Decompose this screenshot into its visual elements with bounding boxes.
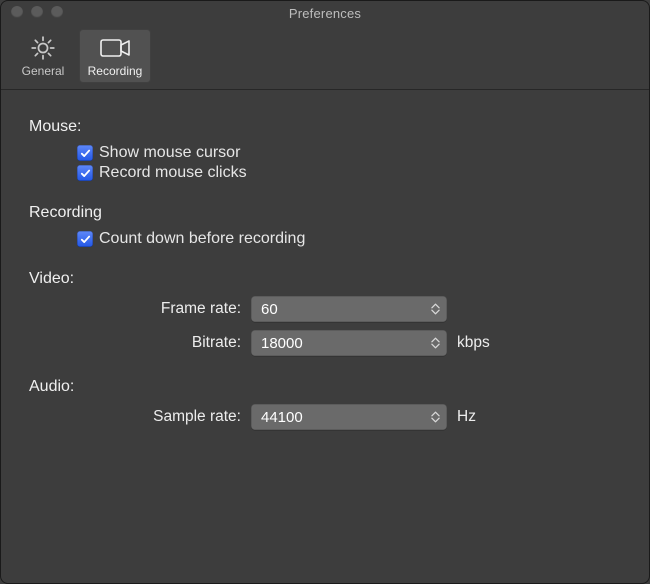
minimize-window-button[interactable] — [31, 6, 43, 18]
option-record-mouse-clicks[interactable]: Record mouse clicks — [77, 164, 621, 182]
field-label: Frame rate: — [29, 300, 251, 318]
section-title-video: Video: — [29, 270, 621, 288]
titlebar: Preferences — [1, 1, 649, 25]
zoom-window-button[interactable] — [51, 6, 63, 18]
toolbar-item-recording[interactable]: Recording — [79, 29, 151, 83]
section-title-mouse: Mouse: — [29, 118, 621, 136]
unit-label: kbps — [457, 334, 490, 352]
frame-rate-select[interactable]: 60 — [251, 296, 447, 322]
unit-label: Hz — [457, 408, 476, 426]
option-label: Record mouse clicks — [99, 164, 247, 182]
section-title-recording: Recording — [29, 204, 621, 222]
toolbar-item-label: Recording — [88, 64, 143, 78]
select-value: 44100 — [261, 409, 303, 426]
bitrate-select[interactable]: 18000 — [251, 330, 447, 356]
sample-rate-select[interactable]: 44100 — [251, 404, 447, 430]
stepper-icon — [428, 299, 442, 319]
option-show-mouse-cursor[interactable]: Show mouse cursor — [77, 144, 621, 162]
select-value: 60 — [261, 301, 278, 318]
field-sample-rate: Sample rate: 44100 Hz — [29, 404, 621, 430]
toolbar-item-general[interactable]: General — [7, 29, 79, 83]
preferences-toolbar: General Recording — [1, 25, 649, 90]
toolbar-item-label: General — [22, 64, 65, 78]
checkbox-checked-icon — [77, 145, 93, 161]
checkbox-checked-icon — [77, 165, 93, 181]
gear-icon — [30, 34, 56, 62]
window-controls — [11, 6, 63, 18]
field-label: Sample rate: — [29, 408, 251, 426]
close-window-button[interactable] — [11, 6, 23, 18]
option-label: Count down before recording — [99, 230, 305, 248]
stepper-icon — [428, 407, 442, 427]
section-title-audio: Audio: — [29, 378, 621, 396]
preferences-window: Preferences G — [0, 0, 650, 584]
option-countdown[interactable]: Count down before recording — [77, 230, 621, 248]
field-label: Bitrate: — [29, 334, 251, 352]
checkbox-checked-icon — [77, 231, 93, 247]
field-bitrate: Bitrate: 18000 kbps — [29, 330, 621, 356]
camera-icon — [99, 34, 131, 62]
window-title: Preferences — [289, 6, 361, 21]
option-label: Show mouse cursor — [99, 144, 240, 162]
preferences-content: Mouse: Show mouse cursor Record mouse cl… — [1, 90, 649, 456]
stepper-icon — [428, 333, 442, 353]
field-frame-rate: Frame rate: 60 — [29, 296, 621, 322]
select-value: 18000 — [261, 335, 303, 352]
